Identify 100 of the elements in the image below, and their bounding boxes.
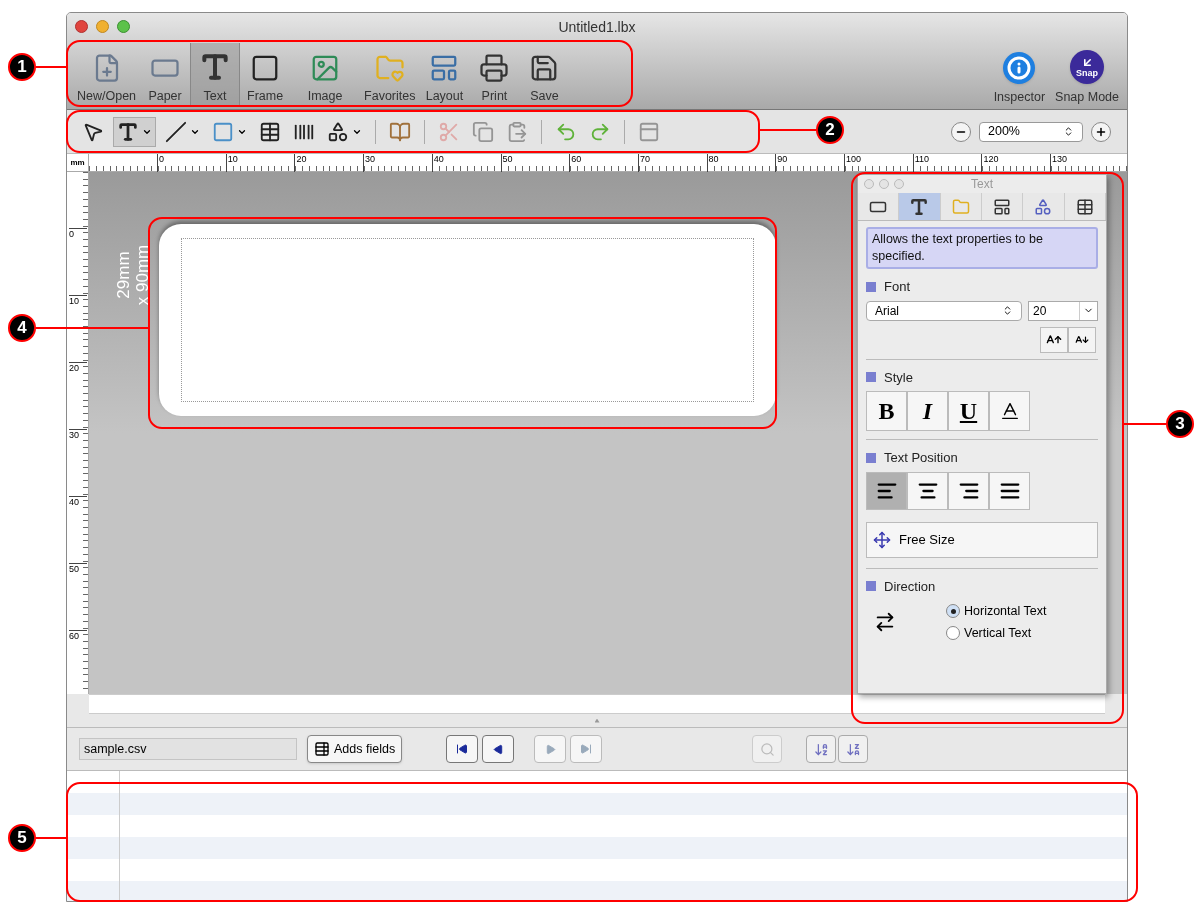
toolbar-button[interactable]: Text	[190, 43, 241, 107]
search-icon	[759, 741, 775, 757]
panel-tab[interactable]	[1023, 193, 1065, 220]
next-record-icon	[544, 743, 556, 755]
tool-button[interactable]	[113, 116, 156, 147]
section-heading: Text Position	[884, 449, 958, 467]
free-size-button[interactable]: Free Size	[866, 521, 1098, 558]
alignment-button[interactable]	[866, 471, 907, 510]
toolbar-button[interactable]: Favorites	[360, 43, 420, 107]
font-size-combo[interactable]: 20	[1028, 300, 1098, 321]
table-icon	[314, 741, 330, 757]
ruler-number: 10	[69, 295, 87, 306]
ruler-number: 60	[69, 630, 87, 641]
direction-radio[interactable]: Horizontal Text	[946, 602, 1047, 621]
table-icon	[1075, 197, 1094, 216]
sort-button[interactable]	[806, 735, 837, 763]
panel-tab[interactable]	[1064, 193, 1106, 220]
toolbar-button[interactable]: Snap Snap Mode	[1053, 50, 1121, 107]
section-marker-icon	[866, 581, 876, 592]
text-direction-icon	[874, 611, 896, 634]
leader-line	[36, 66, 66, 68]
grow-font-button[interactable]	[1040, 326, 1068, 353]
style-button[interactable]: I	[907, 391, 948, 431]
ruler-number: 20	[69, 362, 87, 373]
section-heading: Style	[884, 368, 913, 387]
folder-heart-icon	[374, 53, 405, 84]
ruler-number: 110	[912, 154, 930, 172]
snap-icon: Snap	[1070, 50, 1105, 85]
label-size-text: x 90mm	[133, 244, 152, 306]
database-file-field: sample.csv	[79, 738, 297, 760]
close-button[interactable]	[75, 20, 88, 33]
panel-tab[interactable]	[899, 193, 941, 220]
shapes-icon	[327, 120, 349, 143]
zoom-button[interactable]	[117, 20, 130, 33]
ruler-number: 120	[981, 154, 999, 172]
ruler-number: 130	[1050, 154, 1068, 172]
section-marker-icon	[866, 281, 876, 292]
folder-icon	[951, 197, 970, 216]
label-size-text: 29mm	[114, 251, 133, 299]
adds-fields-button[interactable]: Adds fields	[307, 735, 403, 763]
stepper-icon	[1063, 126, 1074, 137]
leader-line	[36, 837, 66, 839]
section-marker-icon	[866, 452, 876, 463]
zoom-dropdown[interactable]: 200%	[979, 121, 1083, 142]
style-button[interactable]: B	[866, 391, 907, 431]
alignment-button[interactable]	[907, 471, 948, 510]
style-button[interactable]: U	[948, 391, 989, 431]
letter-icon	[909, 196, 930, 217]
leader-line	[760, 129, 816, 131]
section-marker-icon	[866, 372, 876, 383]
copy-icon	[472, 120, 494, 143]
alignment-button[interactable]	[989, 471, 1030, 510]
panel-tab[interactable]	[982, 193, 1024, 220]
style-button[interactable]	[989, 391, 1030, 431]
info-icon	[1003, 52, 1036, 85]
callout-number: 3	[1166, 410, 1194, 438]
panel-icon	[638, 120, 660, 143]
toolbar-button[interactable]: Image	[300, 43, 351, 107]
scissors-icon	[438, 120, 460, 143]
direction-radio[interactable]: Vertical Text	[946, 623, 1047, 643]
panel-tab[interactable]	[858, 193, 900, 220]
alignment-button[interactable]	[948, 471, 989, 510]
ruler-number: 0	[69, 228, 87, 239]
splitter-handle-icon[interactable]	[594, 718, 600, 723]
line-icon	[165, 120, 187, 143]
toolbar-button[interactable]: Print	[469, 43, 520, 107]
last-record-icon	[580, 743, 593, 755]
callout-number: 4	[8, 314, 36, 342]
section-heading: Direction	[884, 577, 936, 596]
ruler-number: 50	[69, 563, 87, 574]
toolbar-button[interactable]: New/Open	[73, 43, 141, 107]
record-nav-button[interactable]	[482, 735, 515, 763]
description-box: Allows the text properties to be specified.	[866, 227, 1098, 269]
section-heading: Font	[884, 278, 910, 296]
ruler-number: 30	[69, 429, 87, 440]
font-dropdown[interactable]: Arial	[866, 300, 1022, 321]
sort-button[interactable]	[838, 735, 869, 763]
layout-icon	[993, 197, 1012, 216]
toolbar-button[interactable]: Inspector	[991, 52, 1048, 107]
toolbar-button[interactable]: Layout	[419, 43, 470, 107]
zoom-out-button[interactable]	[951, 121, 971, 142]
zoom-in-button[interactable]	[1091, 121, 1111, 142]
book-icon	[389, 120, 411, 143]
shrink-font-button[interactable]	[1068, 326, 1096, 353]
sort-ascending-icon	[813, 741, 829, 757]
toolbar-button[interactable]: Save	[519, 43, 570, 107]
first-record-icon	[456, 743, 469, 755]
sort-descending-icon	[845, 741, 861, 757]
toolbar-button[interactable]: Frame	[240, 43, 291, 107]
table-icon	[259, 120, 281, 143]
paste-icon	[506, 120, 528, 143]
toolbar-button[interactable]: Paper	[140, 43, 191, 107]
rectangle-icon	[212, 120, 234, 143]
resize-icon	[873, 530, 891, 549]
callout-number: 1	[8, 53, 36, 81]
ruler-number: 40	[69, 496, 87, 507]
panel-title: Text	[971, 176, 993, 193]
callout-number: 5	[8, 824, 36, 852]
stepper-icon	[1002, 305, 1013, 316]
record-nav-button[interactable]	[446, 735, 479, 763]
